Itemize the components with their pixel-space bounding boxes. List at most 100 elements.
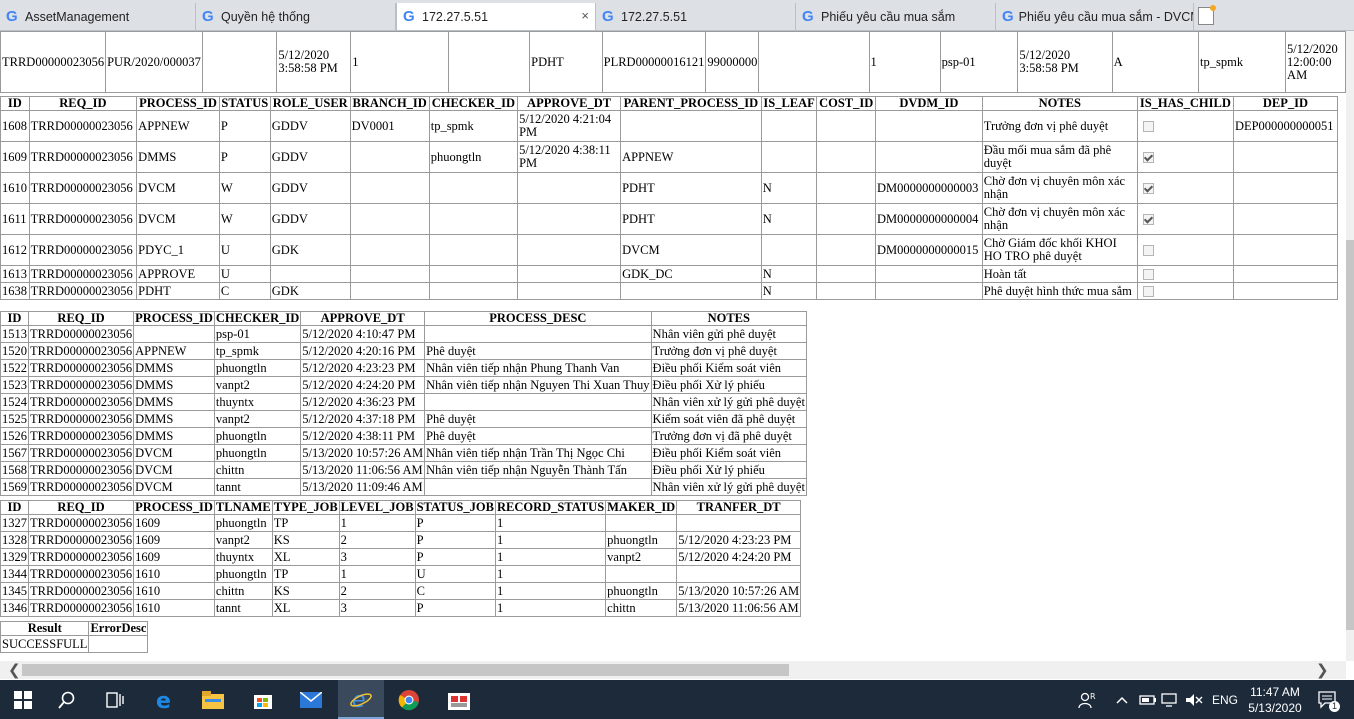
table-cell: P xyxy=(414,514,496,532)
checkbox[interactable] xyxy=(1142,183,1154,195)
power-icon[interactable] xyxy=(1138,680,1158,719)
browser-tab[interactable]: G 172.27.5.51 xyxy=(596,3,796,30)
table-cell: DVCM xyxy=(620,234,762,266)
table-cell xyxy=(428,265,519,283)
table-cell: 5/12/2020 4:38:11 PM xyxy=(300,427,426,445)
table-cell: Nhân viên gửi phê duyệt xyxy=(650,325,807,343)
table-cell: 1611 xyxy=(0,203,30,235)
mail-icon[interactable] xyxy=(288,680,334,719)
table-cell: 5/12/2020 4:23:23 PM xyxy=(300,359,426,377)
table-cell xyxy=(605,565,678,583)
browser-tab[interactable]: G Quyền hệ thống xyxy=(196,3,396,30)
table-cell: Nhân viên tiếp nhận Nguyen Thi Xuan Thuy xyxy=(424,376,652,394)
new-tab-icon[interactable] xyxy=(1198,5,1216,25)
clock[interactable]: 11:47 AM 5/13/2020 xyxy=(1244,680,1306,719)
task-view-icon[interactable] xyxy=(92,680,138,719)
chrome-icon[interactable] xyxy=(386,680,432,719)
table-cell: phuongtln xyxy=(213,359,302,377)
browser-tab[interactable]: G Phiếu yêu cầu mua sắm xyxy=(796,3,996,30)
checkbox[interactable] xyxy=(1142,121,1154,133)
table-cell: SUCCESSFULL xyxy=(0,635,90,653)
language-indicator[interactable]: ENG xyxy=(1208,680,1242,719)
table-cell: chittn xyxy=(213,461,302,479)
edge-icon[interactable]: e xyxy=(142,680,188,719)
table-cell: Điều phối Kiểm soát viên xyxy=(650,444,807,462)
browser-tab[interactable]: G AssetManagement xyxy=(0,3,196,30)
checkbox[interactable] xyxy=(1142,269,1154,281)
table-cell xyxy=(1232,172,1339,204)
column-header: PROCESS_ID xyxy=(133,500,215,515)
table-cell: KS xyxy=(271,582,340,600)
table-cell xyxy=(517,203,622,235)
table-cell xyxy=(816,141,876,173)
ie-icon[interactable]: e xyxy=(338,680,384,719)
checkbox[interactable] xyxy=(1142,245,1154,257)
table-cell: TRRD00000023056 xyxy=(27,582,135,600)
column-header: TRANFER_DT xyxy=(676,500,802,515)
windows-start-icon[interactable] xyxy=(0,680,46,719)
table-cell xyxy=(349,265,430,283)
table-cell xyxy=(428,203,519,235)
tab-close-icon[interactable]: × xyxy=(581,8,589,23)
favicon-icon: G xyxy=(6,7,18,25)
table-cell: tp_spmk xyxy=(213,342,302,360)
table-cell xyxy=(676,565,802,583)
notification-center-icon[interactable]: 1 xyxy=(1314,680,1342,719)
table-cell: 5/13/2020 10:57:26 AM xyxy=(676,582,802,600)
store-icon[interactable] xyxy=(240,680,286,719)
table-cell xyxy=(349,172,430,204)
checkbox[interactable] xyxy=(1142,214,1154,226)
column-header: IS_HAS_CHILD xyxy=(1136,96,1234,111)
scroll-right-icon[interactable]: ❯ xyxy=(1316,661,1329,679)
table-cell: 5/13/2020 11:09:46 AM xyxy=(300,478,426,496)
table-cell: 1525 xyxy=(0,410,29,428)
table-cell: Phê duyệt xyxy=(424,410,652,428)
table-cell: PUR/2020/000037 xyxy=(105,31,203,93)
table-cell: 1608 xyxy=(0,110,30,142)
table-cell: 1610 xyxy=(133,599,215,617)
browser-tab[interactable]: G 172.27.5.51 × xyxy=(396,3,596,30)
file-explorer-icon[interactable] xyxy=(190,680,236,719)
column-header: ErrorDesc xyxy=(88,621,149,636)
app-icon[interactable] xyxy=(436,680,482,719)
table-cell: 1 xyxy=(494,565,607,583)
table-cell: P xyxy=(414,599,496,617)
table-cell: phuongtln xyxy=(213,444,302,462)
column-header: Result xyxy=(0,621,90,636)
tab-title: Phiếu yêu cầu mua sắm xyxy=(821,9,956,24)
table-row: 1638 TRRD00000023056 PDHT C GDK N Phê duyệt hì… xyxy=(0,282,1339,300)
table-cell: DVCM xyxy=(133,444,215,462)
table-cell: DM0000000000004 xyxy=(874,203,983,235)
checkbox[interactable] xyxy=(1142,286,1154,298)
volume-mute-icon[interactable] xyxy=(1184,680,1204,719)
table-cell: 1609 xyxy=(133,548,215,566)
people-icon[interactable]: R xyxy=(1076,680,1098,719)
is-has-child-checkbox-cell xyxy=(1136,234,1234,266)
table-cell: TRRD00000023056 xyxy=(27,565,135,583)
table-cell: 5/12/2020 4:38:11 PM xyxy=(517,141,622,173)
column-header: IS_LEAF xyxy=(760,96,818,111)
table-cell xyxy=(816,203,876,235)
table-cell: XL xyxy=(271,548,340,566)
table-row: 1612 TRRD00000023056 PDYC_1 U GDK DVCM DM00000… xyxy=(0,234,1339,266)
table-cell: 5/13/2020 10:57:26 AM xyxy=(300,444,426,462)
column-header: ID xyxy=(0,311,29,326)
table-row: 1610 TRRD00000023056 DVCM W GDDV PDHT N DM00000… xyxy=(0,172,1339,204)
table-cell: DM0000000000003 xyxy=(874,172,983,204)
search-icon[interactable] xyxy=(44,680,90,719)
table-cell: 1523 xyxy=(0,376,29,394)
table-cell: TRRD00000023056 xyxy=(27,444,135,462)
scroll-left-icon[interactable]: ❮ xyxy=(8,661,21,679)
table-cell: Chờ Giám đốc khối KHOI HO TRO phê duyệt xyxy=(981,234,1138,266)
table-cell: U xyxy=(414,565,496,583)
show-hidden-icons-chevron-icon[interactable] xyxy=(1114,680,1130,719)
table-cell: W xyxy=(218,172,271,204)
table-row: 1525 TRRD00000023056 DMMS vanpt2 5/12/2020 4… xyxy=(0,410,807,428)
column-header: LEVEL_JOB xyxy=(338,500,416,515)
vertical-scrollbar-thumb[interactable] xyxy=(1346,240,1354,630)
browser-tab[interactable]: G Phiếu yêu cầu mua sắm - DVCM xyxy=(996,3,1194,30)
column-header: STATUS_JOB xyxy=(414,500,496,515)
network-icon[interactable] xyxy=(1160,680,1180,719)
checkbox[interactable] xyxy=(1142,152,1154,164)
horizontal-scrollbar-thumb[interactable] xyxy=(22,664,789,676)
